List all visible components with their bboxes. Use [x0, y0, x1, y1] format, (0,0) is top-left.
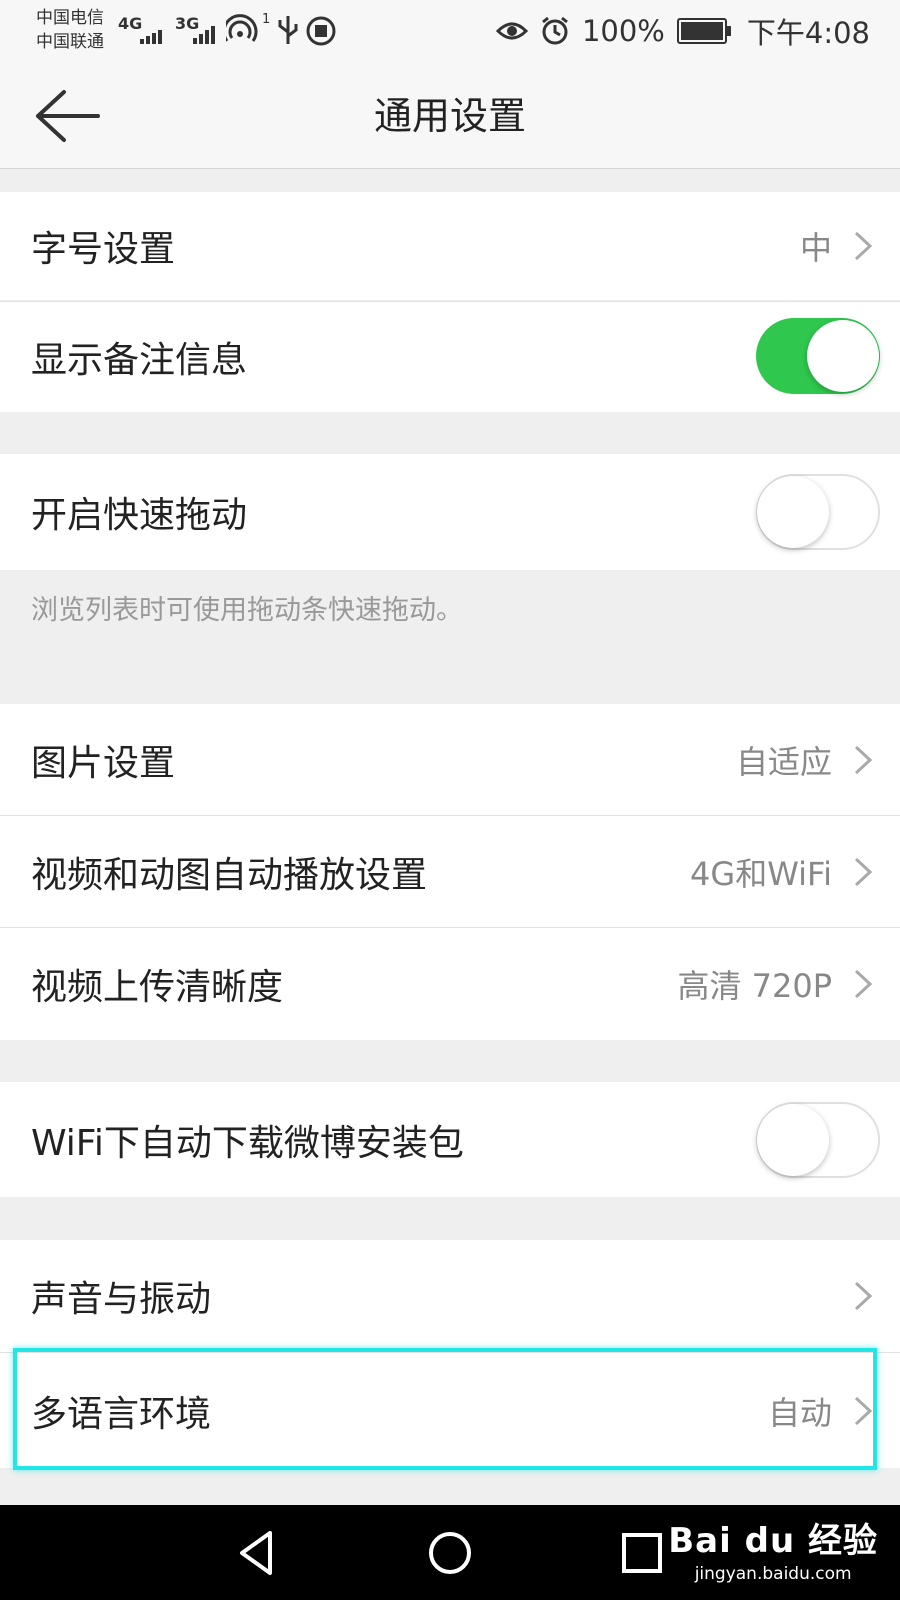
language-value: 自动 — [767, 1393, 832, 1432]
autoplay-value: 4G和WiFi — [690, 854, 832, 893]
sound-row[interactable]: 声音与振动 — [0, 1240, 900, 1352]
signal-icon-2 — [193, 26, 215, 44]
autoplay-label: 视频和动图自动播放设置 — [31, 854, 428, 896]
sound-label: 声音与振动 — [31, 1279, 212, 1320]
chevron-right-icon — [854, 969, 873, 999]
carrier-names: 中国电信 中国联通 — [36, 6, 104, 54]
shield-icon — [306, 16, 336, 46]
eye-icon — [495, 22, 528, 40]
back-triangle-icon[interactable] — [228, 1523, 288, 1583]
upload-quality-label: 视频上传清晰度 — [31, 967, 284, 1008]
battery-percent: 100% — [581, 14, 665, 48]
chevron-right-icon — [854, 857, 873, 886]
font-size-label: 字号设置 — [31, 229, 176, 270]
clock: 下午4:08 — [746, 16, 870, 50]
toggle-knob — [807, 320, 879, 392]
alarm-icon — [542, 16, 568, 45]
hotspot-badge: 1 — [262, 12, 271, 27]
watermark-url: jingyan.baidu.com — [694, 1564, 852, 1584]
fast-drag-label: 开启快速拖动 — [31, 495, 248, 536]
chevron-right-icon — [854, 745, 873, 774]
recent-apps-icon[interactable] — [612, 1523, 672, 1583]
language-label: 多语言环境 — [31, 1393, 212, 1435]
chevron-right-icon — [854, 1281, 873, 1311]
font-size-value: 中 — [799, 229, 832, 267]
title-bar: 通用设置 — [0, 64, 900, 169]
wifi-download-toggle[interactable] — [756, 1102, 880, 1178]
usb-icon — [278, 16, 298, 44]
image-settings-value: 自适应 — [735, 742, 832, 781]
watermark-brand: Bai du 经验 — [668, 1521, 878, 1561]
signal-icon — [140, 30, 162, 44]
wifi-download-row: WiFi下自动下载微博安装包 — [0, 1082, 900, 1197]
carrier-1: 中国电信 — [36, 8, 104, 28]
status-bar: 中国电信 中国联通 4G 3G 1 100% 下午4:08 — [0, 0, 900, 64]
hotspot-icon — [226, 14, 258, 42]
upload-quality-row[interactable]: 视频上传清晰度 高清 720P — [0, 928, 900, 1040]
status-right: 100% 下午4:08 — [495, 10, 870, 52]
upload-quality-value: 高清 720P — [677, 967, 832, 1005]
autoplay-row[interactable]: 视频和动图自动播放设置 4G和WiFi — [0, 816, 900, 927]
watermark: Bai du 经验 jingyan.baidu.com — [668, 1513, 878, 1584]
wifi-download-label: WiFi下自动下载微博安装包 — [31, 1122, 464, 1164]
fast-drag-hint: 浏览列表时可使用拖动条快速拖动。 — [31, 595, 463, 626]
font-size-row[interactable]: 字号设置 中 — [0, 192, 900, 300]
show-remark-toggle[interactable] — [756, 318, 880, 394]
show-remark-row: 显示备注信息 — [0, 302, 900, 412]
language-row[interactable]: 多语言环境 自动 — [0, 1353, 900, 1468]
nav-bar: Bai du 经验 jingyan.baidu.com — [0, 1505, 900, 1600]
page-title: 通用设置 — [373, 94, 526, 138]
fast-drag-row: 开启快速拖动 — [0, 454, 900, 570]
home-circle-icon[interactable] — [420, 1523, 480, 1583]
fast-drag-toggle[interactable] — [756, 474, 880, 550]
chevron-right-icon — [854, 1396, 873, 1425]
toggle-knob — [757, 1104, 829, 1176]
image-settings-label: 图片设置 — [31, 742, 176, 784]
image-settings-row[interactable]: 图片设置 自适应 — [0, 704, 900, 815]
chevron-right-icon — [854, 231, 873, 261]
toggle-knob — [757, 476, 829, 548]
arrow-left-icon[interactable] — [30, 86, 102, 146]
carrier-2: 中国联通 — [36, 32, 104, 52]
show-remark-label: 显示备注信息 — [31, 340, 248, 381]
battery-icon — [676, 18, 731, 44]
